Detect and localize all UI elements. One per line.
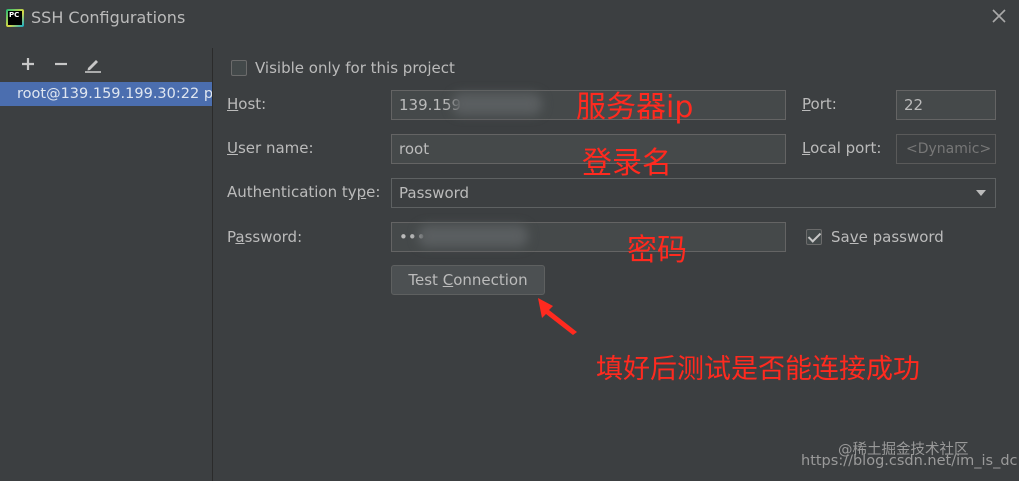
host-label: Host: bbox=[227, 95, 267, 113]
local-port-input[interactable]: <Dynamic> bbox=[896, 134, 996, 164]
save-password-label: Save password bbox=[831, 228, 944, 246]
watermark-url: https://blog.csdn.net/im_is_dc bbox=[801, 453, 1018, 469]
annotation-login-name: 登录名 bbox=[582, 146, 672, 181]
chevron-down-icon bbox=[976, 190, 986, 196]
config-list-item[interactable]: root@139.159.199.30:22 pa bbox=[0, 82, 212, 106]
port-input[interactable]: 22 bbox=[896, 90, 996, 120]
username-label: User name: bbox=[227, 139, 314, 157]
close-icon[interactable] bbox=[991, 8, 1007, 24]
pycharm-logo-icon: PC bbox=[6, 9, 24, 27]
annotation-password: 密码 bbox=[627, 233, 687, 268]
test-connection-button[interactable]: Test Connection bbox=[391, 265, 545, 295]
port-label: Port: bbox=[802, 95, 837, 113]
visible-only-checkbox[interactable] bbox=[231, 60, 247, 76]
auth-type-label: Authentication type: bbox=[227, 183, 381, 201]
edit-icon[interactable] bbox=[84, 55, 102, 73]
auth-type-select[interactable]: Password bbox=[391, 178, 996, 208]
annotation-server-ip: 服务器ip bbox=[576, 90, 694, 125]
window-title: SSH Configurations bbox=[31, 8, 186, 27]
local-port-label: Local port: bbox=[802, 139, 882, 157]
password-label: Password: bbox=[227, 228, 303, 246]
visible-only-label: Visible only for this project bbox=[255, 59, 455, 77]
panel-divider bbox=[212, 48, 213, 481]
password-redaction bbox=[418, 225, 528, 247]
save-password-checkbox[interactable] bbox=[806, 229, 822, 245]
annotation-test-hint: 填好后测试是否能连接成功 bbox=[596, 354, 920, 385]
title-bar: PC SSH Configurations bbox=[0, 0, 1019, 36]
host-redaction bbox=[452, 93, 542, 115]
configurations-list-panel bbox=[0, 48, 212, 481]
minus-icon[interactable] bbox=[52, 55, 70, 73]
plus-icon[interactable] bbox=[19, 55, 37, 73]
arrow-icon bbox=[538, 298, 577, 335]
